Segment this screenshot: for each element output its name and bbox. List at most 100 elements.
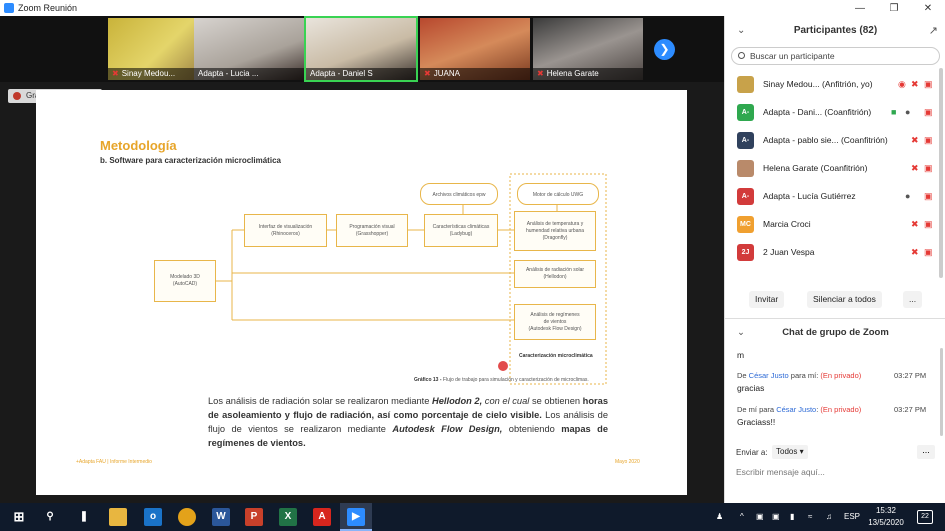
muted-mic-icon[interactable]: ✖ — [911, 247, 919, 258]
chat-timestamp: 03:27 PM — [894, 371, 927, 380]
close-button[interactable]: ✕ — [911, 3, 945, 14]
language-indicator[interactable]: ESP — [844, 512, 860, 521]
muted-mic-icon[interactable]: ✖ — [911, 163, 919, 174]
send-to-label: Enviar a: — [736, 448, 768, 457]
participant-row[interactable]: 2J 2 Juan Vespa ✖ ▣ — [725, 239, 945, 267]
participant-row[interactable]: A- Adapta - Dani... (Coanfitrión) ■ ● ▣ — [725, 99, 945, 127]
box-radiacion: Análisis de radiación solar (Hellodon) — [514, 260, 596, 288]
avatar: A- — [737, 132, 754, 149]
video-off-icon[interactable]: ▣ — [924, 107, 933, 118]
system-clock[interactable]: 15:32 13/5/2020 — [866, 505, 906, 529]
video-off-icon[interactable]: ▣ — [924, 191, 933, 202]
participant-search-input[interactable]: Buscar un participante — [731, 47, 940, 65]
zoom-taskbar-icon[interactable]: ▶ — [347, 508, 365, 526]
para-text: Autodesk Flow Design, — [392, 424, 503, 434]
slide-footer-left: +Adapta FAU | Informe Intermedio — [76, 459, 152, 465]
minimize-button[interactable]: — — [843, 3, 877, 14]
next-videos-button[interactable]: ❯ — [654, 39, 675, 60]
windows-start-icon[interactable]: ⊞ — [10, 508, 28, 526]
box-programacion: Programación visual (Grasshopper) — [336, 214, 408, 247]
video-tile[interactable]: ✖ JUANA — [420, 18, 530, 80]
caption-bold: Gráfico 13 - — [414, 377, 442, 383]
participant-row[interactable]: MC Marcia Croci ✖ ▣ — [725, 211, 945, 239]
sender-link[interactable]: César Justo — [776, 405, 816, 414]
clock-time: 15:32 — [875, 506, 897, 515]
chat-more-button[interactable]: ... — [917, 445, 935, 459]
participant-name: Adapta - pablo sie... (Coanfitrión) — [763, 135, 888, 145]
chat-scrollbar[interactable] — [940, 348, 943, 436]
participant-list: Sinay Medou... (Anfitrión, yo) ◉ ✖ ▣ A- … — [725, 71, 945, 281]
search-icon[interactable]: ⚲ — [41, 508, 59, 526]
file-explorer-icon[interactable] — [109, 508, 127, 526]
muted-mic-icon[interactable]: ✖ — [911, 79, 919, 90]
chat-message-text: m — [737, 350, 745, 360]
popout-icon[interactable]: ↗ — [929, 16, 938, 46]
slide-footer-right: Mayo 2020 — [615, 459, 640, 465]
participant-row[interactable]: A- Adapta - pablo sie... (Coanfitrión) ✖… — [725, 127, 945, 155]
video-off-icon[interactable]: ▣ — [924, 219, 933, 230]
volume-icon[interactable]: ♫ — [826, 512, 832, 521]
participants-title: Participantes (82) — [793, 25, 878, 36]
participants-header: ⌄ Participantes (82) ↗ — [725, 16, 945, 46]
video-off-icon[interactable]: ▣ — [924, 247, 933, 258]
mic-icon[interactable]: ● — [905, 191, 910, 201]
private-label: (En privado) — [820, 371, 862, 380]
collapse-chevron-icon[interactable]: ⌄ — [737, 322, 745, 344]
battery-icon[interactable]: ▮ — [790, 512, 794, 521]
pill-motor: Motor de cálculo UWG — [517, 183, 599, 205]
meta-text: para mí: — [788, 371, 821, 380]
notification-center-icon[interactable]: 22 — [917, 510, 933, 524]
participant-name: Helena Garate (Coanfitrión) — [763, 163, 868, 173]
video-tile-active-speaker[interactable]: Adapta - Daniel S — [304, 16, 418, 82]
micro-label: Caracterización microclimática — [519, 353, 593, 359]
search-icon — [738, 52, 745, 59]
chrome-icon[interactable] — [178, 508, 196, 526]
excel-icon[interactable]: X — [279, 508, 297, 526]
word-icon[interactable]: W — [212, 508, 230, 526]
send-to-select[interactable]: Todos ▾ — [772, 445, 808, 459]
video-strip: ✖ Sinay Medou... Adapta - Lucia ... Adapt… — [0, 16, 724, 82]
video-tile[interactable]: Adapta - Lucia ... — [194, 18, 304, 80]
video-tile-name: Adapta - Lucia ... — [198, 69, 259, 78]
show-hidden-icons[interactable]: ^ — [740, 512, 744, 521]
side-panel: ⌄ Participantes (82) ↗ Buscar un partici… — [724, 16, 945, 503]
chat-input[interactable]: Escribir mensaje aquí... — [736, 467, 936, 477]
mute-all-button[interactable]: Silenciar a todos — [807, 291, 882, 308]
participant-name: 2 Juan Vespa — [763, 247, 815, 257]
acrobat-icon[interactable]: A — [313, 508, 331, 526]
participant-row[interactable]: A- Adapta - Lucía Gutiérrez ● ▣ — [725, 183, 945, 211]
video-off-icon[interactable]: ▣ — [924, 135, 933, 146]
box-interfaz: Interfaz de visualización (Rhinoceros) — [244, 214, 327, 247]
avatar: MC — [737, 216, 754, 233]
video-off-icon[interactable]: ▣ — [924, 79, 933, 90]
participant-row[interactable]: Sinay Medou... (Anfitrión, yo) ◉ ✖ ▣ — [725, 71, 945, 99]
chat-timestamp: 03:27 PM — [894, 405, 927, 414]
wifi-icon[interactable]: ≈ — [808, 512, 812, 521]
zoom-window: Zoom Reunión — ❐ ✕ ✖ Sinay Medou... Adapt… — [0, 0, 945, 531]
maximize-button[interactable]: ❐ — [877, 3, 911, 14]
powerpoint-icon[interactable]: P — [245, 508, 263, 526]
people-icon[interactable]: ♟ — [716, 512, 723, 521]
mic-icon[interactable]: ● — [905, 107, 910, 117]
collapse-chevron-icon[interactable]: ⌄ — [737, 16, 745, 46]
invite-button[interactable]: Invitar — [749, 291, 785, 308]
pill-archivos: Archivos climáticos epw — [420, 183, 498, 205]
outlook-icon[interactable]: o — [144, 508, 162, 526]
video-tile-name: JUANA — [433, 69, 460, 78]
participants-scrollbar[interactable] — [939, 68, 943, 278]
video-tile-name: Adapta - Daniel S — [310, 69, 373, 78]
tray-app-icon[interactable]: ▣ — [756, 512, 764, 521]
tray-app-icon[interactable]: ▣ — [772, 512, 780, 521]
muted-mic-icon[interactable]: ✖ — [911, 135, 919, 146]
windows-taskbar: ⊞ ⚲ ❚ o W P X A ▶ ♟ ^ ▣ ▣ ▮ ≈ ♫ ESP 15:3… — [0, 503, 945, 531]
muted-mic-icon[interactable]: ✖ — [911, 219, 919, 230]
search-placeholder: Buscar un participante — [750, 51, 835, 61]
more-options-button[interactable]: ... — [903, 291, 923, 308]
task-view-icon[interactable]: ❚ — [75, 508, 93, 526]
video-tile[interactable]: ✖ Helena Garate — [533, 18, 643, 80]
video-off-icon[interactable]: ▣ — [924, 163, 933, 174]
sender-link[interactable]: César Justo — [749, 371, 789, 380]
para-text: Hellodon 2, — [432, 396, 483, 406]
participant-row[interactable]: Helena Garate (Coanfitrión) ✖ ▣ — [725, 155, 945, 183]
para-text: con el cual — [482, 396, 530, 406]
